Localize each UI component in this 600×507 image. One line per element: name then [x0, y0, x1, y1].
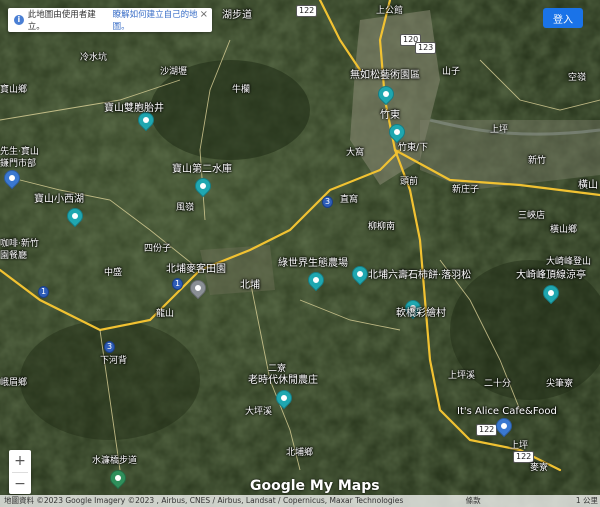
banner-text: 此地圖由使用者建立。 [27, 10, 96, 32]
close-icon[interactable]: × [200, 9, 208, 20]
zoom-in-button[interactable]: + [9, 450, 31, 472]
terms-link[interactable]: 條款 [466, 496, 481, 505]
map-label: 上坪 [490, 125, 509, 135]
map-label: 新庄子 [452, 185, 480, 195]
map-label: 軟橋彩繪村 [396, 308, 446, 319]
learn-more-link[interactable]: 瞭解如何建立自己的地圖。 [113, 8, 212, 32]
map-label: 大窩 [346, 148, 365, 158]
map-label: 橫山鄉 [550, 225, 578, 235]
map-label: 綠世界生態農場 [278, 258, 348, 269]
login-button[interactable]: 登入 [543, 8, 583, 28]
map-label: 龍山 [156, 309, 175, 319]
brand-logo: Google My Maps [250, 478, 380, 494]
map-label: 竹東/下 [398, 143, 429, 153]
zoom-out-button[interactable]: − [9, 473, 31, 495]
map-label: 上公館 [376, 6, 404, 16]
attribution-text: 地圖資料 ©2023 Google Imagery ©2023 , Airbus… [4, 496, 404, 505]
map-label: It's Alice Cafe&Food [457, 406, 557, 417]
map-label: 水濂橋步道 [92, 456, 138, 466]
zoom-control: + − [9, 450, 31, 494]
map-label: 新竹 [528, 156, 547, 166]
map-label: 風嶺 [176, 203, 195, 213]
map-label: 北埔麥客田園 [166, 264, 226, 275]
map-label: 峨眉鄉 [0, 378, 28, 388]
map-label: 北埔 [240, 280, 260, 291]
map-label: 二十分 [484, 379, 512, 389]
map-label: 下河背 [100, 356, 128, 366]
map-label: 無如松藝術園區 [350, 70, 420, 81]
map-label: 三峽店 [518, 211, 546, 221]
map-label: 四份子 [144, 244, 172, 254]
map-label: 北埔六壽石柿餅·落羽松 [368, 270, 472, 281]
map-label: 空嶺 [568, 73, 587, 83]
map-label: 寶山雙胞胎井 [104, 103, 164, 114]
map-footer: 地圖資料 ©2023 Google Imagery ©2023 , Airbus… [0, 495, 600, 507]
map-label: 寶山小西湖 [34, 194, 84, 205]
map-label: 湖步道 [222, 10, 252, 21]
route-shield: 123 [415, 42, 437, 54]
route-shield: 3 [104, 341, 115, 353]
map-label: 北埔鄉 [286, 448, 314, 458]
map-label: 直窩 [340, 195, 359, 205]
route-shield: 1 [172, 278, 183, 290]
map-label: 咖啡·新竹 園餐廳 [0, 239, 39, 261]
map-label: 冷水坑 [80, 53, 108, 63]
map-label: 老時代休閒農庄 [248, 375, 318, 386]
info-banner: i 此地圖由使用者建立。 瞭解如何建立自己的地圖。 × [8, 8, 212, 32]
route-shield: 3 [322, 196, 333, 208]
info-icon: i [14, 15, 24, 25]
map-label: 上坪 [510, 441, 529, 451]
map-label: 上坪溪 [448, 371, 476, 381]
map-label: 大崎峰頂線涼亭 [516, 270, 586, 281]
map-label: 先生·寶山 鎌門市部 [0, 147, 39, 169]
route-shield: 122 [476, 424, 498, 436]
map-label: 竹東 [380, 110, 400, 121]
map-label: 中盛 [104, 268, 123, 278]
map-label: 大坪溪 [245, 407, 273, 417]
map-label: 麥寮 [530, 463, 549, 473]
map-label: 寶山鄉 [0, 85, 28, 95]
map-label: 橫山 [578, 180, 598, 191]
map-label: 沙湖壢 [160, 67, 188, 77]
map-label: 牛欄 [232, 85, 251, 95]
map-label: 大崎峰登山 [546, 257, 592, 267]
map-label: 寶山第二水庫 [172, 164, 232, 175]
route-shield: 1 [38, 286, 49, 298]
route-shield: 122 [296, 5, 318, 17]
map-label: 二寮 [268, 364, 287, 374]
map-label: 尖筆寮 [546, 379, 574, 389]
scale-bar: 1 公里 [575, 496, 598, 505]
map-label: 頭前 [400, 177, 419, 187]
map-label: 山子 [442, 67, 461, 77]
map-label: 柳柳南 [368, 222, 396, 232]
